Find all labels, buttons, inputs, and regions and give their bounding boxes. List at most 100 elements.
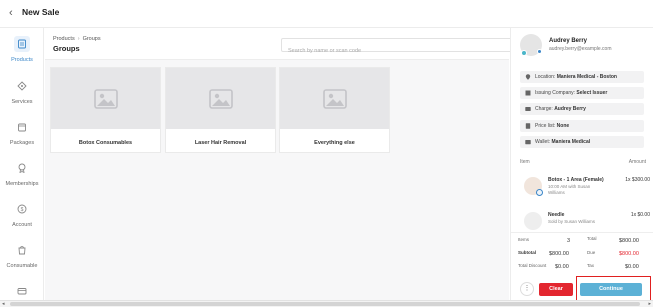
nav-item-consumable[interactable]: Consumable (0, 242, 44, 280)
charge-selector[interactable]: Charge: Audrey Berry (520, 103, 644, 115)
issuing-value: Select Issuer (576, 90, 608, 96)
product-thumbnail (524, 212, 542, 230)
nav-item-memberships[interactable]: Memberships (0, 160, 44, 198)
image-icon (208, 88, 233, 109)
badge-icon (521, 50, 527, 56)
group-card-laser-hair-removal[interactable]: Laser Hair Removal (165, 67, 276, 153)
group-card-botox-consumables[interactable]: Botox Consumables (50, 67, 161, 153)
tax-label: Tax (587, 263, 595, 268)
column-item: Item (520, 159, 530, 165)
subtotal-value: $800.00 (549, 251, 569, 257)
total-label: Total (587, 236, 597, 241)
group-card-label: Everything else (314, 140, 355, 146)
line-item-detail: 10:00 AM with Susan Williams (548, 184, 591, 195)
left-nav: Products Services Packages Memberships $… (0, 28, 44, 300)
building-icon (525, 90, 531, 96)
badge-icon (536, 189, 543, 196)
cart-line-item[interactable]: Botox - 1 Area (Female) 10:00 AM with Su… (520, 177, 650, 201)
nav-label: Services (11, 99, 33, 105)
discount-label: Total Discount (518, 263, 547, 268)
nav-item-products[interactable]: Products (0, 36, 44, 74)
pricelist-label: Price list: (535, 123, 556, 129)
wallet-selector[interactable]: Wallet: Maniera Medical (520, 136, 644, 148)
highlight-box (576, 276, 651, 303)
subtotal-label: Subtotal (518, 250, 536, 255)
image-placeholder (166, 68, 275, 129)
breadcrumb-current: Groups (82, 36, 101, 42)
back-arrow-icon[interactable]: ‹ (9, 7, 13, 19)
total-value: $800.00 (619, 238, 639, 244)
location-pin-icon (525, 74, 531, 80)
main-content: Products›Groups Groups Botox Consumables… (45, 28, 545, 300)
credit-card-icon (525, 107, 531, 111)
totals-summary: Items 3 Subtotal $800.00 Total Discount … (511, 232, 653, 276)
cart-line-item[interactable]: Needle Sold by Susan Williams 1x $0.00 (520, 212, 650, 230)
due-value: $800.00 (619, 251, 639, 257)
group-card-everything-else[interactable]: Everything else (279, 67, 390, 153)
group-card-label: Botox Consumables (78, 140, 133, 146)
account-icon: $ (17, 204, 27, 214)
group-card-label: Laser Hair Removal (194, 140, 247, 146)
cart-header: Item Amount (520, 159, 650, 165)
nav-label: Consumable (6, 263, 38, 269)
wallet-label: Wallet: (535, 139, 551, 145)
product-thumbnail (524, 177, 543, 196)
status-dot-icon (537, 49, 542, 54)
nav-label: Account (12, 222, 32, 228)
image-placeholder (280, 68, 389, 129)
more-options-icon[interactable]: ⋮ (520, 282, 534, 296)
chevron-right-icon: › (77, 36, 80, 42)
image-placeholder (51, 68, 160, 129)
column-amount: Amount (628, 159, 646, 165)
charge-label: Charge: (535, 106, 553, 112)
page-title: New Sale (22, 7, 60, 17)
horizontal-scrollbar[interactable]: ◂ ▸ (0, 300, 653, 307)
scroll-left-icon[interactable]: ◂ (2, 301, 5, 307)
consumable-icon (18, 246, 26, 255)
breadcrumb-root[interactable]: Products (53, 36, 75, 42)
clear-button[interactable]: Clear (539, 283, 573, 296)
nav-item-services[interactable]: Services (0, 78, 44, 116)
line-item-amount: 1x $0.00 (630, 212, 650, 218)
charge-value: Audrey Berry (554, 106, 586, 112)
price-list-selector[interactable]: Price list: None (520, 120, 644, 132)
packages-icon (18, 123, 26, 132)
image-icon (322, 88, 347, 109)
nav-item-account[interactable]: $ Account (0, 201, 44, 239)
nav-label: Packages (9, 140, 35, 146)
pricelist-value: None (556, 123, 570, 129)
top-bar: ‹ New Sale (0, 0, 653, 28)
svg-text:$: $ (21, 207, 24, 213)
tax-value: $0.00 (625, 264, 639, 270)
services-icon (17, 81, 27, 91)
scroll-right-icon[interactable]: ▸ (648, 301, 651, 307)
line-item-amount: 1x $300.00 (625, 177, 650, 183)
location-label: Location: (535, 74, 556, 80)
line-item-name: Needle (548, 212, 565, 218)
breadcrumb: Products › Groups (53, 36, 101, 42)
customer-name[interactable]: Audrey Berry (549, 38, 587, 44)
wallet-value: Maniera Medical (551, 139, 591, 145)
nav-label: Memberships (5, 181, 39, 187)
nav-item-packages[interactable]: Packages (0, 119, 44, 157)
avatar[interactable] (520, 34, 542, 56)
issuing-company-selector[interactable]: Issuing Company: Select Issuer (520, 87, 644, 99)
nav-label: Products (11, 57, 33, 63)
search-input[interactable] (282, 45, 522, 57)
section-title: Groups (53, 44, 80, 53)
line-item-detail: Sold by Susan Williams (548, 219, 596, 224)
image-icon (93, 88, 118, 109)
scrollbar-thumb[interactable] (10, 302, 640, 306)
location-value: Maniera Medical - Boston (556, 74, 617, 80)
customer-email: audrey.berry@example.com (549, 46, 612, 52)
location-selector[interactable]: Location: Maniera Medical - Boston (520, 71, 644, 83)
price-list-icon (525, 123, 531, 129)
search-box[interactable] (281, 38, 545, 57)
products-icon (18, 39, 26, 49)
items-count: 3 (567, 238, 571, 244)
memberships-icon (18, 163, 26, 173)
sale-summary-panel: Audrey Berry audrey.berry@example.com Lo… (510, 28, 653, 300)
due-label: Due (587, 250, 596, 255)
items-label: Items (518, 237, 530, 242)
line-item-name: Botox - 1 Area (Female) (548, 177, 604, 183)
